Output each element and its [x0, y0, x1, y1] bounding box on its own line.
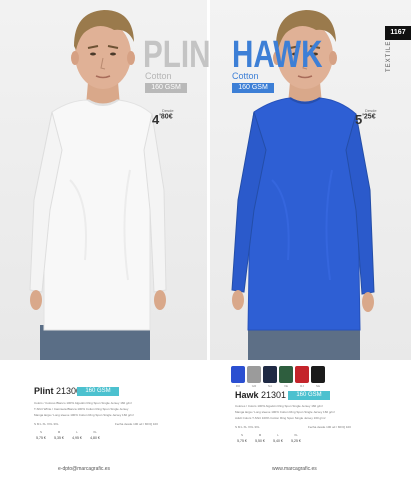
swatch-code: NA: [267, 384, 273, 388]
size-price: 4,80 €: [90, 436, 100, 440]
swatch-chip: [231, 366, 245, 383]
color-swatch[interactable]: NA: [263, 366, 277, 388]
size-price: 5,35 €: [54, 436, 64, 440]
hawk-size-prices: S 5,75 € M 5,50 € L 5,40 € XL 5,25 €: [235, 433, 303, 443]
hawk-title-ref: 21301: [261, 390, 287, 400]
size-label: XL: [93, 430, 97, 434]
plint-title-name: Plint: [34, 386, 54, 396]
plint-price-decimals: '80: [159, 113, 169, 121]
swatch-code: GR: [251, 384, 257, 388]
size-price-cell: M 5,35 €: [52, 430, 66, 440]
swatch-chip: [279, 366, 293, 383]
plint-product-title: Plint 21300: [34, 386, 81, 396]
hawk-title-name: Hawk: [235, 390, 259, 400]
size-price-cell: S 5,75 €: [34, 430, 48, 440]
hawk-brand-title: HAWK: [232, 34, 323, 76]
size-label: L: [277, 433, 279, 437]
hawk-size-range: S M L XL XXL 3XL: [235, 425, 260, 429]
size-price-cell: XL 4,80 €: [88, 430, 102, 440]
size-price-cell: L 5,40 €: [271, 433, 285, 443]
size-price-cell: L 4,95 €: [70, 430, 84, 440]
size-price: 5,75 €: [36, 436, 46, 440]
hawk-fabric-label: Cotton: [232, 71, 259, 81]
swatch-chip: [247, 366, 261, 383]
hawk-price-decimals: '25: [362, 113, 372, 121]
hawk-price: 5'25€: [355, 112, 376, 127]
size-price: 5,50 €: [255, 439, 265, 443]
catalog-page: PLINT Cotton 160 GSM Desde 4'80€ HAWK Co…: [0, 0, 411, 480]
color-swatch[interactable]: GR: [247, 366, 261, 388]
color-swatch[interactable]: RJ: [295, 366, 309, 388]
size-price: 5,40 €: [273, 439, 283, 443]
website-link[interactable]: www.marcagrafic.es: [272, 466, 317, 472]
plint-gsm-badge: 160 GSM: [145, 83, 187, 93]
plint-size-range: S M L XL XXL 3XL: [34, 422, 59, 426]
size-label: XL: [294, 433, 298, 437]
contact-email[interactable]: e-dpto@marcagrafic.es: [58, 466, 110, 472]
size-label: L: [76, 430, 78, 434]
plint-size-prices: S 5,75 € M 5,35 € L 4,95 € XL 4,80 €: [34, 430, 102, 440]
swatch-code: VE: [283, 384, 288, 388]
size-price-cell: S 5,75 €: [235, 433, 249, 443]
hawk-description: Colores / Colors 100% Algodón Ring Spun …: [235, 403, 405, 421]
hawk-price-unit: €: [371, 113, 376, 121]
size-label: M: [57, 430, 61, 434]
swatch-chip: [295, 366, 309, 383]
size-price-cell: M 5,50 €: [253, 433, 267, 443]
swatch-chip: [311, 366, 325, 383]
size-price: 5,75 €: [237, 439, 247, 443]
page-number: 1167: [385, 26, 411, 40]
color-swatch[interactable]: RO: [231, 366, 245, 388]
hawk-product-title: Hawk 21301: [235, 390, 286, 400]
color-swatch[interactable]: NE: [311, 366, 325, 388]
swatch-code: RO: [235, 384, 241, 388]
plint-title-gsm-badge: 160 GSM: [77, 387, 119, 396]
plint-description: Colors / Colores Blanco 100% Algodón Rin…: [34, 400, 204, 418]
color-swatch[interactable]: VE: [279, 366, 293, 388]
hawk-gsm-badge: 160 GSM: [232, 83, 274, 93]
hawk-color-swatches: RO GR NA VE RJ NE: [231, 366, 325, 388]
plint-price: 4'80€: [152, 112, 173, 127]
plint-desc-line: Manga larga / Long sleeve 100% Cotton Ri…: [34, 413, 134, 417]
hawk-title-gsm-badge: 160 GSM: [288, 391, 330, 400]
plint-price-unit: €: [168, 113, 173, 121]
size-price: 4,95 €: [72, 436, 82, 440]
swatch-chip: [263, 366, 277, 383]
hawk-desc-line: Adult Colors T-Shirt 100% Cotton Ring Sp…: [235, 416, 326, 420]
swatch-code: RJ: [300, 384, 304, 388]
size-label: S: [240, 433, 243, 437]
size-label: M: [258, 433, 262, 437]
swatch-code: NE: [315, 384, 321, 388]
plint-fabric-label: Cotton: [145, 71, 172, 81]
hawk-moq: Fecha desde 100 ud / MOQ 100: [308, 425, 351, 429]
size-price: 5,25 €: [291, 439, 301, 443]
size-label: S: [39, 430, 42, 434]
plint-moq: Fecha desde 100 ud / MOQ 100: [115, 422, 158, 426]
section-label: TEXTILE: [386, 40, 392, 72]
size-price-cell: XL 5,25 €: [289, 433, 303, 443]
